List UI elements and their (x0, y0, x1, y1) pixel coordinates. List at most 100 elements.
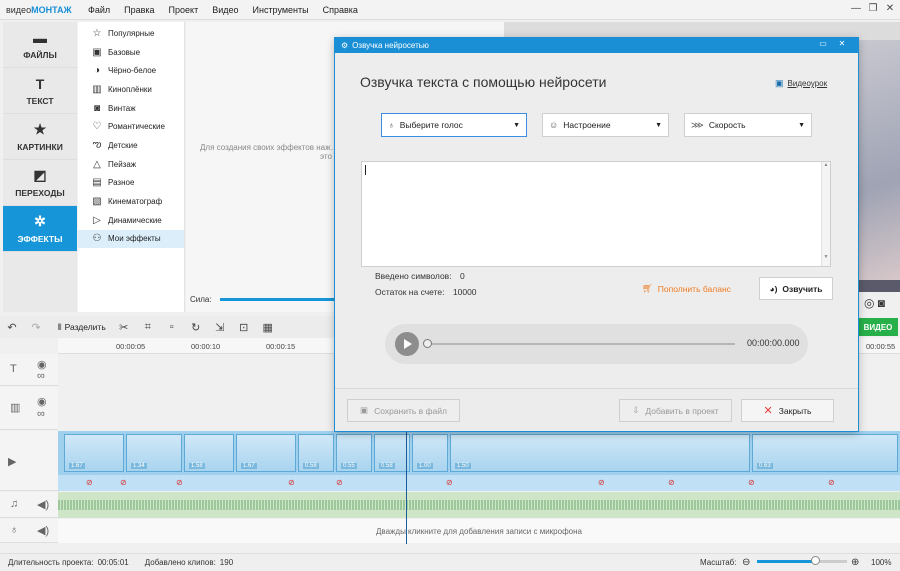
zoom-slider-handle[interactable] (811, 556, 820, 565)
transition-icon[interactable]: ⊘ (288, 478, 295, 487)
video-clip[interactable]: 1.00 (412, 434, 448, 472)
stabilize-icon[interactable]: ⊡ (232, 321, 256, 334)
mood-select[interactable]: ☺ Настроение ▼ (542, 113, 669, 137)
volume-icon[interactable]: ◀) (37, 498, 49, 511)
effect-bw[interactable]: ◑ Чёрно-белое (78, 61, 184, 80)
audio-track[interactable] (58, 492, 900, 518)
effect-my[interactable]: ⚇ Мои эффекты (78, 229, 184, 249)
video-tutorial-link[interactable]: ▣ Видеоурок (775, 78, 827, 89)
effect-dynamic[interactable]: ▷ Динамические (78, 211, 184, 230)
menu-video[interactable]: Видео (205, 5, 245, 15)
minimize-icon[interactable]: — (848, 3, 864, 14)
close-dialog-icon[interactable]: ✕ (833, 39, 851, 51)
transition-icon[interactable]: ⊘ (598, 478, 605, 487)
effect-cinema[interactable]: ▧ Кинематограф (78, 192, 184, 211)
category-text[interactable]: T ТЕКСТ (3, 68, 77, 114)
link-icon[interactable]: ∞ (37, 408, 45, 420)
transition-icon[interactable]: ⊘ (748, 478, 755, 487)
transition-icon[interactable]: ⊘ (86, 478, 93, 487)
speak-button[interactable]: ◕) Озвучить (759, 277, 833, 300)
menu-help[interactable]: Справка (316, 5, 365, 15)
play-circle-icon: ▷ (93, 214, 101, 226)
video-clip[interactable]: 0.58 (374, 434, 410, 472)
zoom-out-icon[interactable]: ⊖ (742, 557, 750, 568)
transition-icon[interactable]: ⊘ (336, 478, 343, 487)
voice-select[interactable]: ♁ Выберите голос ▼ (381, 113, 527, 137)
playhead[interactable] (406, 432, 407, 544)
eye-icon[interactable]: ◉ (37, 395, 47, 408)
video-clip[interactable]: 1.67 (236, 434, 296, 472)
microphone-icon: ♁ (388, 120, 395, 130)
video-clip[interactable]: 0.55 (336, 434, 372, 472)
audio-progress-handle[interactable] (423, 339, 432, 348)
video-tutorial-icon: ▣ (775, 78, 784, 88)
video-clip[interactable]: 0.58 (298, 434, 334, 472)
redo-icon[interactable]: ↷ (24, 321, 48, 334)
effect-basic[interactable]: ▣ Базовые (78, 43, 184, 62)
mic-track[interactable]: Дважды кликните для добавления записи с … (58, 519, 900, 543)
close-window-icon[interactable]: ✕ (882, 3, 898, 14)
strength-slider[interactable] (220, 298, 340, 301)
effect-popular[interactable]: ☆ Популярные (78, 24, 184, 43)
floppy-icon: ▣ (360, 405, 369, 415)
resize-icon[interactable]: ⇲ (208, 321, 232, 334)
save-to-file-button[interactable]: ▣ Сохранить в файл (347, 399, 460, 422)
play-icon[interactable] (395, 332, 419, 356)
maximize-icon[interactable]: ▭ (814, 39, 832, 51)
audio-progress-track[interactable] (425, 343, 735, 345)
transition-icon[interactable]: ⊘ (668, 478, 675, 487)
star-icon: ★ (33, 121, 47, 137)
transitions-row[interactable]: ⊘ ⊘ ⊘ ⊘ ⊘ ⊘ ⊘ ⊘ ⊘ ⊘ (58, 475, 900, 491)
effect-romantic[interactable]: ♡ Романтические (78, 117, 184, 136)
video-clip[interactable]: 1.58 (184, 434, 234, 472)
category-transitions[interactable]: ◩ ПЕРЕХОДЫ (3, 160, 77, 206)
effect-misc[interactable]: ▤ Разное (78, 174, 184, 193)
crop-icon[interactable]: ⌗ (136, 321, 160, 334)
effect-vintage[interactable]: ◙ Винтаж (78, 99, 184, 118)
neural-voiceover-dialog: ⚙ Озвучка нейросетью ▭ ✕ Озвучка текста … (334, 37, 859, 432)
close-button[interactable]: ✕ Закрыть (741, 399, 834, 422)
menu-project[interactable]: Проект (162, 5, 206, 15)
category-pictures[interactable]: ★ КАРТИНКИ (3, 114, 77, 160)
video-clip[interactable]: 0.63 (752, 434, 898, 472)
effect-landscape[interactable]: △ Пейзаж (78, 155, 184, 174)
effect-kids[interactable]: ఌ Детские (78, 136, 184, 155)
delete-icon[interactable]: ▦ (256, 321, 280, 334)
category-files[interactable]: ▬ ФАЙЛЫ (3, 22, 77, 68)
frame-icon[interactable]: ▫ (160, 321, 184, 333)
export-video-button[interactable]: ВИДЕО (858, 318, 898, 336)
video-camera-icon: ▶ (8, 456, 17, 468)
menu-tools[interactable]: Инструменты (246, 5, 316, 15)
video-clip[interactable]: 1.50 (450, 434, 750, 472)
restore-icon[interactable]: ❐ (865, 3, 881, 14)
add-to-project-button[interactable]: ⇩ Добавить в проект (619, 399, 732, 422)
voiceover-text-input[interactable]: ▲ ▼ (361, 161, 831, 267)
video-clip[interactable]: 1.67 (64, 434, 124, 472)
zoom-in-icon[interactable]: ⊕ (851, 557, 859, 568)
transition-icon[interactable]: ⊘ (176, 478, 183, 487)
volume-icon[interactable]: ◀) (37, 524, 49, 537)
speed-select[interactable]: ⋙ Скорость ▼ (684, 113, 812, 137)
text-cursor (365, 165, 366, 175)
textarea-scrollbar[interactable]: ▲ ▼ (821, 162, 830, 266)
duration-value: 00:05:01 (97, 558, 129, 567)
undo-icon[interactable]: ↶ (0, 321, 24, 334)
category-effects[interactable]: ✲ ЭФФЕКТЫ (3, 206, 77, 252)
menu-file[interactable]: Файл (81, 5, 117, 15)
rotate-icon[interactable]: ↻ (184, 321, 208, 334)
chars-entered: Введено символов: 0 (375, 271, 465, 281)
transition-icon[interactable]: ⊘ (446, 478, 453, 487)
clips-label: Добавлено клипов: (144, 558, 216, 567)
video-clip[interactable]: 1.34 (126, 434, 182, 472)
heart-icon: ♡ (92, 121, 102, 133)
menu-edit[interactable]: Правка (117, 5, 161, 15)
split-button[interactable]: ⫴ Разделить (58, 322, 106, 333)
zoom-value: 100% (871, 558, 892, 567)
link-icon[interactable]: ∞ (37, 370, 45, 382)
top-up-balance-link[interactable]: 🛒︎ Пополнить баланс (642, 283, 731, 294)
snapshot-icon[interactable]: ◎ ◙ (864, 296, 885, 310)
transition-icon[interactable]: ⊘ (828, 478, 835, 487)
effect-film[interactable]: ▥ Киноплёнки (78, 80, 184, 99)
cut-icon[interactable]: ✂ (112, 321, 136, 334)
transition-icon[interactable]: ⊘ (120, 478, 127, 487)
